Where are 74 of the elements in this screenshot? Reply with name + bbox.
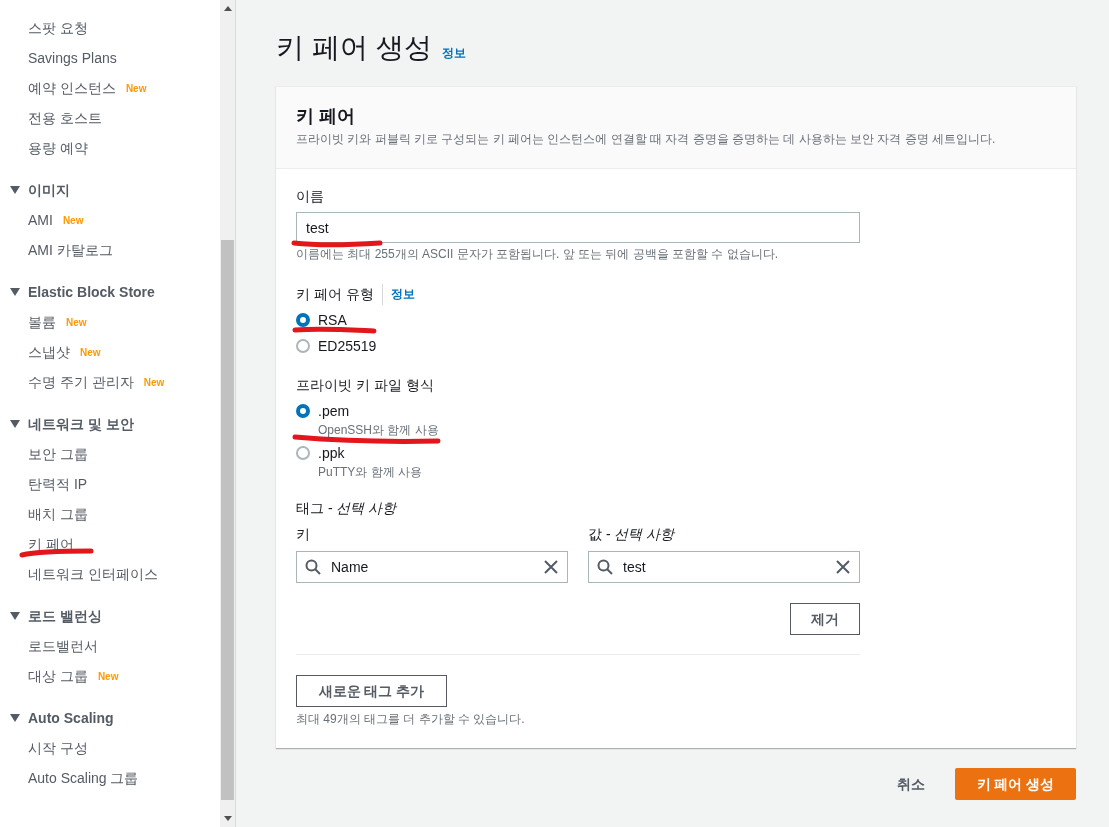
radio-button[interactable] <box>296 404 310 418</box>
tag-input[interactable]: test <box>588 551 860 583</box>
radio-button[interactable] <box>296 446 310 460</box>
radio-button[interactable] <box>296 339 310 353</box>
sidebar-item[interactable]: Savings Plans <box>28 50 117 66</box>
tags-label: 태그 - 선택 사항 <box>296 499 398 518</box>
sidebar-item[interactable]: Auto Scaling 그룹 <box>28 770 139 786</box>
radio-label[interactable]: RSA <box>318 309 347 331</box>
remove-button[interactable]: 제거 <box>790 603 860 635</box>
scrollbar[interactable] <box>220 0 236 827</box>
clear-icon[interactable] <box>835 559 851 575</box>
new-label: New <box>62 213 84 228</box>
sidebar-section-header[interactable]: 이미지 <box>28 179 70 201</box>
scroll-up-icon[interactable] <box>224 5 232 11</box>
sidebar-item[interactable]: 스팟 요청 <box>28 20 88 36</box>
column-label: 키 <box>296 525 311 544</box>
caret-down-icon[interactable] <box>10 714 20 722</box>
new-label: New <box>80 345 101 360</box>
field-label: 키 페어 유형 <box>296 283 383 305</box>
field-label: 이름 <box>296 187 325 206</box>
sidebar-item[interactable]: 예약 인스턴스 <box>28 80 116 96</box>
sidebar-item[interactable]: 스냅샷 <box>28 344 70 360</box>
column-label: 값 - 선택 사항 <box>588 525 676 544</box>
tag-input[interactable]: Name <box>296 551 568 583</box>
option-description: OpenSSH와 함께 사용 <box>318 422 439 438</box>
sidebar-item[interactable]: 수명 주기 관리자 <box>28 374 134 390</box>
scrollbar-thumb[interactable] <box>221 240 234 800</box>
search-icon <box>305 559 321 575</box>
page-title: 키 페어 생성 <box>276 31 432 65</box>
info-link[interactable]: 정보 <box>382 285 415 303</box>
radio-button[interactable] <box>296 313 310 327</box>
sidebar-item[interactable]: 탄력적 IP <box>28 476 88 492</box>
sidebar-item[interactable]: 대상 그룹 <box>28 668 88 684</box>
sidebar-item[interactable]: AMI 카탈로그 <box>28 242 113 258</box>
sidebar-item[interactable]: 배치 그룹 <box>28 506 88 522</box>
radio-label[interactable]: .pem <box>318 400 439 422</box>
sidebar-section-header[interactable]: Auto Scaling <box>28 707 114 729</box>
radio-label[interactable]: ED25519 <box>318 335 377 357</box>
sidebar-section-header[interactable]: 로드 밸런싱 <box>28 605 102 627</box>
add-tag-button[interactable]: 새로운 태그 추가 <box>296 675 447 707</box>
sidebar-item[interactable]: AMI <box>28 212 53 228</box>
sidebar-item[interactable]: 볼륨 <box>28 314 56 330</box>
new-label: New <box>125 81 147 96</box>
sidebar-item[interactable]: 네트워크 인터페이스 <box>28 566 158 582</box>
sidebar-item[interactable]: 용량 예약 <box>28 140 88 156</box>
search-icon <box>597 559 613 575</box>
sidebar-item[interactable]: 보안 그룹 <box>28 446 88 462</box>
sidebar-item[interactable]: 시작 구성 <box>28 740 88 756</box>
caret-down-icon[interactable] <box>10 420 20 428</box>
new-label: New <box>143 375 165 390</box>
clear-icon[interactable] <box>543 559 559 575</box>
sidebar-section-header[interactable]: 네트워크 및 보안 <box>28 413 134 435</box>
card-title: 키 페어 <box>296 105 356 128</box>
sidebar-item[interactable]: 키 페어 <box>28 536 74 552</box>
caret-down-icon[interactable] <box>10 288 20 296</box>
cancel-button[interactable]: 취소 <box>877 768 945 800</box>
field-hint: 이름에는 최대 255개의 ASCII 문자가 포함됩니다. 앞 또는 뒤에 공백을 포함할 수 없습니다. <box>296 246 780 263</box>
scroll-down-icon[interactable] <box>224 816 232 822</box>
sidebar-section-header[interactable]: Elastic Block Store <box>28 281 155 303</box>
info-link[interactable]: 정보 <box>441 44 466 62</box>
card-description: 프라이빗 키와 퍼블릭 키로 구성되는 키 페어는 인스턴스에 연결할 때 자격 증명을 증명하는 데 사용하는 보안 자격 증명 세트입니다. <box>296 131 997 148</box>
sidebar-item[interactable]: 로드밸런서 <box>28 638 98 654</box>
sidebar-item[interactable]: 전용 호스트 <box>28 110 102 126</box>
option-description: PuTTY와 함께 사용 <box>318 464 422 480</box>
caret-down-icon[interactable] <box>10 612 20 620</box>
tags-hint: 최대 49개의 태그를 더 추가할 수 있습니다. <box>296 711 526 728</box>
caret-down-icon[interactable] <box>10 186 20 194</box>
radio-label[interactable]: .ppk <box>318 442 422 464</box>
new-label: New <box>97 669 119 684</box>
input-value: Name <box>331 557 370 577</box>
field-label: 프라이빗 키 파일 형식 <box>296 376 435 395</box>
input-value: test <box>623 557 647 577</box>
key-pair-name-field[interactable]: test <box>296 212 860 243</box>
new-label: New <box>66 315 87 330</box>
